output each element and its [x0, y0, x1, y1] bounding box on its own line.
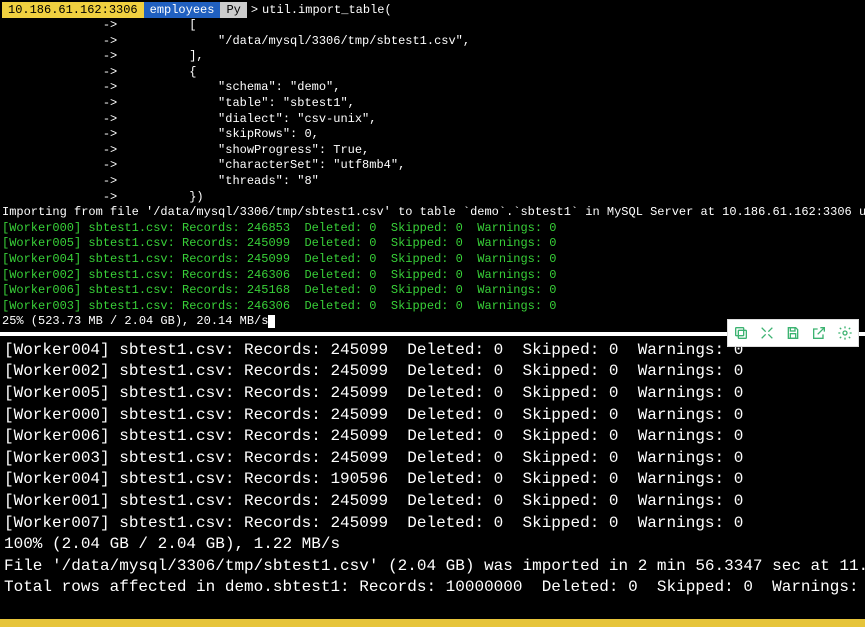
code-line: -> "/data/mysql/3306/tmp/sbtest1.csv", [2, 34, 863, 50]
output-line: 100% (2.04 GB / 2.04 GB), 1.22 MB/s [4, 534, 861, 556]
copy-button[interactable] [728, 320, 754, 346]
floating-toolbar [727, 319, 859, 347]
output-line: Importing from file '/data/mysql/3306/tm… [2, 205, 863, 221]
output-line: [Worker003] sbtest1.csv: Records: 246306… [2, 299, 863, 315]
prompt-command: util.import_table( [262, 2, 392, 18]
output-line: [Worker007] sbtest1.csv: Records: 245099… [4, 513, 861, 535]
bottom-status-bar [0, 619, 865, 627]
output-line: Total rows affected in demo.sbtest1: Rec… [4, 577, 861, 599]
code-line: -> { [2, 65, 863, 81]
prompt-language: Py [220, 2, 246, 18]
code-line: -> ], [2, 49, 863, 65]
code-line: -> "table": "sbtest1", [2, 96, 863, 112]
share-icon [811, 325, 827, 341]
expand-button[interactable] [754, 320, 780, 346]
code-line: -> "skipRows": 0, [2, 127, 863, 143]
code-line: -> [ [2, 18, 863, 34]
output-line: [Worker003] sbtest1.csv: Records: 245099… [4, 448, 861, 470]
code-line: -> "threads": "8" [2, 174, 863, 190]
output-line: [Worker004] sbtest1.csv: Records: 245099… [2, 252, 863, 268]
code-line: -> "schema": "demo", [2, 80, 863, 96]
output-line: [Worker006] sbtest1.csv: Records: 245168… [2, 283, 863, 299]
settings-button[interactable] [832, 320, 858, 346]
output-line: [Worker006] sbtest1.csv: Records: 245099… [4, 426, 861, 448]
copy-icon [733, 325, 749, 341]
code-line: -> }) [2, 190, 863, 206]
output-top: Importing from file '/data/mysql/3306/tm… [2, 205, 863, 314]
code-line: -> "characterSet": "utf8mb4", [2, 158, 863, 174]
output-line: [Worker004] sbtest1.csv: Records: 190596… [4, 469, 861, 491]
terminal-top-pane: 10.186.61.162:3306 employees Py > util.i… [0, 0, 865, 332]
prompt-host: 10.186.61.162:3306 [2, 2, 144, 18]
output-line: [Worker002] sbtest1.csv: Records: 246306… [2, 268, 863, 284]
output-line: [Worker005] sbtest1.csv: Records: 245099… [2, 236, 863, 252]
share-button[interactable] [806, 320, 832, 346]
code-line: -> "dialect": "csv-unix", [2, 112, 863, 128]
output-line: [Worker002] sbtest1.csv: Records: 245099… [4, 361, 861, 383]
output-line: [Worker000] sbtest1.csv: Records: 246853… [2, 221, 863, 237]
output-line: File '/data/mysql/3306/tmp/sbtest1.csv' … [4, 556, 861, 578]
output-line: [Worker001] sbtest1.csv: Records: 245099… [4, 491, 861, 513]
command-body: -> [ -> "/data/mysql/3306/tmp/sbtest1.cs… [2, 18, 863, 205]
output-line: [Worker000] sbtest1.csv: Records: 245099… [4, 405, 861, 427]
prompt-symbol: > [247, 2, 262, 18]
save-button[interactable] [780, 320, 806, 346]
prompt-line[interactable]: 10.186.61.162:3306 employees Py > util.i… [2, 2, 863, 18]
output-line: [Worker005] sbtest1.csv: Records: 245099… [4, 383, 861, 405]
cursor [268, 315, 275, 328]
save-icon [785, 325, 801, 341]
terminal-bottom-pane: [Worker004] sbtest1.csv: Records: 245099… [0, 336, 865, 619]
gear-icon [837, 325, 853, 341]
code-line: -> "showProgress": True, [2, 143, 863, 159]
expand-icon [759, 325, 775, 341]
prompt-database: employees [144, 2, 221, 18]
